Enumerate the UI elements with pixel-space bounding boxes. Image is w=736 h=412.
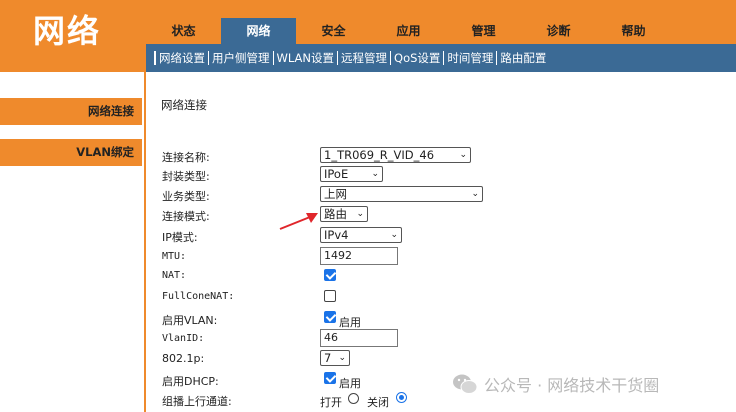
sub-navigation: 网络设置 用户侧管理 WLAN设置 远程管理 QoS设置 时间管理 路由配置 xyxy=(146,44,736,72)
mode-label: 连接模式: xyxy=(162,210,210,223)
fullcone-label: FullConeNAT: xyxy=(162,291,235,302)
mtu-input[interactable]: 1492 xyxy=(320,247,398,265)
dhcp-enable-text: 启用 xyxy=(339,377,361,390)
multicast-label: 组播上行通道: xyxy=(162,395,232,408)
dhcp-enable-label: 启用DHCP: xyxy=(162,375,219,388)
watermark-text: 公众号 · 网络技术干货圈 xyxy=(484,376,660,395)
subnav-network-settings[interactable]: 网络设置 xyxy=(154,51,208,65)
conn-name-label: 连接名称: xyxy=(162,151,210,164)
chevron-down-icon: ⌄ xyxy=(471,189,479,199)
red-arrow-icon xyxy=(279,213,318,230)
encap-label: 封装类型: xyxy=(162,170,210,183)
vlanid-label: VlanID: xyxy=(162,333,205,344)
main-tabs: 状态 网络 安全 应用 管理 诊断 帮助 xyxy=(146,18,736,44)
chevron-down-icon: ⌄ xyxy=(390,230,398,240)
sidebar-item-vlan-binding[interactable]: VLAN绑定 xyxy=(0,139,142,166)
tab-diagnosis[interactable]: 诊断 xyxy=(521,18,596,44)
service-label: 业务类型: xyxy=(162,190,210,203)
subnav-routing[interactable]: 路由配置 xyxy=(496,51,549,65)
chevron-down-icon: ⌄ xyxy=(338,353,346,363)
tab-help[interactable]: 帮助 xyxy=(596,18,671,44)
nat-label: NAT: xyxy=(162,270,187,281)
sidebar-divider xyxy=(144,72,146,412)
ip-mode-select[interactable]: IPv4 ⌄ xyxy=(320,227,402,243)
sidebar-item-network-connection[interactable]: 网络连接 xyxy=(0,98,142,125)
encap-select[interactable]: IPoE ⌄ xyxy=(320,166,383,182)
mtu-label: MTU: xyxy=(162,251,187,262)
brand-banner: 网络 xyxy=(0,0,146,72)
ip-mode-label: IP模式: xyxy=(162,231,198,244)
multicast-on-label: 打开 xyxy=(320,396,342,409)
tab-network[interactable]: 网络 xyxy=(221,18,296,44)
vlan-enable-label: 启用VLAN: xyxy=(162,314,218,327)
multicast-off-radio[interactable] xyxy=(396,392,407,403)
vlanid-input[interactable]: 46 xyxy=(320,329,398,347)
tab-security[interactable]: 安全 xyxy=(296,18,371,44)
subnav-remote[interactable]: 远程管理 xyxy=(337,51,390,65)
subnav-qos[interactable]: QoS设置 xyxy=(390,51,443,65)
wechat-icon xyxy=(453,374,478,394)
watermark: 公众号 · 网络技术干货圈 xyxy=(452,372,659,396)
p8021-select[interactable]: 7 ⌄ xyxy=(320,350,350,366)
chevron-down-icon: ⌄ xyxy=(371,169,379,179)
chevron-down-icon: ⌄ xyxy=(356,209,364,219)
multicast-off-label: 关闭 xyxy=(367,396,389,409)
tab-management[interactable]: 管理 xyxy=(446,18,521,44)
subnav-wlan[interactable]: WLAN设置 xyxy=(272,51,338,65)
mode-select[interactable]: 路由 ⌄ xyxy=(320,206,368,222)
fullcone-checkbox[interactable] xyxy=(324,290,336,302)
chevron-down-icon: ⌄ xyxy=(459,150,467,160)
dhcp-enable-checkbox[interactable] xyxy=(324,372,336,384)
vlan-enable-checkbox[interactable] xyxy=(324,311,336,323)
page-title: 网络连接 xyxy=(161,98,207,112)
nat-checkbox[interactable] xyxy=(324,269,336,281)
vlan-enable-text: 启用 xyxy=(339,316,361,329)
subnav-time[interactable]: 时间管理 xyxy=(443,51,496,65)
service-select[interactable]: 上网 ⌄ xyxy=(320,186,483,202)
conn-name-select[interactable]: 1_TR069_R_VID_46 ⌄ xyxy=(320,147,471,163)
tab-status[interactable]: 状态 xyxy=(146,18,221,44)
p8021-label: 802.1p: xyxy=(162,352,205,365)
multicast-on-radio[interactable] xyxy=(348,393,359,404)
tab-application[interactable]: 应用 xyxy=(371,18,446,44)
subnav-user-side[interactable]: 用户侧管理 xyxy=(208,51,273,65)
brand-title: 网络 xyxy=(33,12,102,50)
